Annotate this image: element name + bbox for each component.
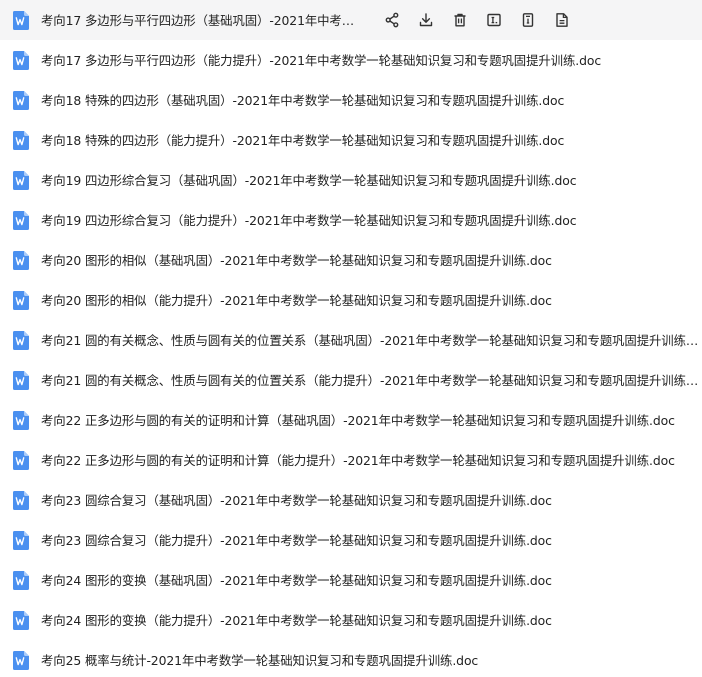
file-row[interactable]: 考向24 图形的变换（基础巩固）-2021年中考数学一轮基础知识复习和专题巩固提… (0, 560, 702, 600)
file-name: 考向22 正多边形与圆的有关的证明和计算（基础巩固）-2021年中考数学一轮基础… (41, 413, 675, 428)
file-name: 考向23 圆综合复习（基础巩固）-2021年中考数学一轮基础知识复习和专题巩固提… (41, 493, 552, 508)
word-doc-icon (13, 530, 29, 550)
file-row[interactable]: 考向23 圆综合复习（基础巩固）-2021年中考数学一轮基础知识复习和专题巩固提… (0, 480, 702, 520)
file-list: 考向17 多边形与平行四边形（基础巩固）-2021年中考数学一轮基础知识复习和专… (0, 0, 702, 677)
file-name: 考向17 多边形与平行四边形（能力提升）-2021年中考数学一轮基础知识复习和专… (41, 53, 602, 68)
download-button[interactable] (409, 6, 443, 34)
file-name: 考向20 图形的相似（能力提升）-2021年中考数学一轮基础知识复习和专题巩固提… (41, 293, 552, 308)
word-doc-icon (13, 250, 29, 270)
rename-button[interactable] (477, 6, 511, 34)
file-name: 考向19 四边形综合复习（能力提升）-2021年中考数学一轮基础知识复习和专题巩… (41, 213, 577, 228)
file-info-button[interactable] (511, 6, 545, 34)
file-name: 考向24 图形的变换（能力提升）-2021年中考数学一轮基础知识复习和专题巩固提… (41, 613, 552, 628)
file-row[interactable]: 考向22 正多边形与圆的有关的证明和计算（基础巩固）-2021年中考数学一轮基础… (0, 400, 702, 440)
file-name: 考向18 特殊的四边形（基础巩固）-2021年中考数学一轮基础知识复习和专题巩固… (41, 93, 565, 108)
word-doc-icon (13, 10, 29, 30)
file-row[interactable]: 考向18 特殊的四边形（能力提升）-2021年中考数学一轮基础知识复习和专题巩固… (0, 120, 702, 160)
word-doc-icon (13, 490, 29, 510)
file-name: 考向18 特殊的四边形（能力提升）-2021年中考数学一轮基础知识复习和专题巩固… (41, 133, 565, 148)
word-doc-icon (13, 450, 29, 470)
file-name: 考向23 圆综合复习（能力提升）-2021年中考数学一轮基础知识复习和专题巩固提… (41, 533, 552, 548)
file-name: 考向21 圆的有关概念、性质与圆有关的位置关系（能力提升）-2021年中考数学一… (41, 373, 702, 388)
file-name: 考向22 正多边形与圆的有关的证明和计算（能力提升）-2021年中考数学一轮基础… (41, 453, 675, 468)
word-doc-icon (13, 610, 29, 630)
file-row[interactable]: 考向20 图形的相似（能力提升）-2021年中考数学一轮基础知识复习和专题巩固提… (0, 280, 702, 320)
open-file-icon (556, 13, 568, 27)
share-button[interactable] (375, 6, 409, 34)
word-doc-icon (13, 370, 29, 390)
delete-icon (454, 13, 466, 27)
word-doc-icon (13, 170, 29, 190)
word-doc-icon (13, 650, 29, 670)
file-row[interactable]: 考向23 圆综合复习（能力提升）-2021年中考数学一轮基础知识复习和专题巩固提… (0, 520, 702, 560)
share-icon (385, 12, 399, 28)
file-row[interactable]: 考向18 特殊的四边形（基础巩固）-2021年中考数学一轮基础知识复习和专题巩固… (0, 80, 702, 120)
file-name: 考向19 四边形综合复习（基础巩固）-2021年中考数学一轮基础知识复习和专题巩… (41, 173, 577, 188)
open-file-button[interactable] (545, 6, 579, 34)
word-doc-icon (13, 570, 29, 590)
file-row[interactable]: 考向24 图形的变换（能力提升）-2021年中考数学一轮基础知识复习和专题巩固提… (0, 600, 702, 640)
file-row[interactable]: 考向21 圆的有关概念、性质与圆有关的位置关系（能力提升）-2021年中考数学一… (0, 360, 702, 400)
file-row[interactable]: 考向22 正多边形与圆的有关的证明和计算（能力提升）-2021年中考数学一轮基础… (0, 440, 702, 480)
file-name: 考向24 图形的变换（基础巩固）-2021年中考数学一轮基础知识复习和专题巩固提… (41, 573, 552, 588)
file-row[interactable]: 考向21 圆的有关概念、性质与圆有关的位置关系（基础巩固）-2021年中考数学一… (0, 320, 702, 360)
delete-button[interactable] (443, 6, 477, 34)
file-row[interactable]: 考向17 多边形与平行四边形（基础巩固）-2021年中考数学一轮基础知识复习和专… (0, 0, 702, 40)
file-name: 考向17 多边形与平行四边形（基础巩固）-2021年中考数学一轮基础知识复习和专… (41, 13, 359, 28)
file-name: 考向21 圆的有关概念、性质与圆有关的位置关系（基础巩固）-2021年中考数学一… (41, 333, 702, 348)
download-icon (419, 13, 433, 27)
word-doc-icon (13, 410, 29, 430)
word-doc-icon (13, 90, 29, 110)
file-actions (375, 6, 579, 34)
word-doc-icon (13, 330, 29, 350)
file-row[interactable]: 考向25 概率与统计-2021年中考数学一轮基础知识复习和专题巩固提升训练.do… (0, 640, 702, 677)
file-row[interactable]: 考向19 四边形综合复习（能力提升）-2021年中考数学一轮基础知识复习和专题巩… (0, 200, 702, 240)
word-doc-icon (13, 50, 29, 70)
file-row[interactable]: 考向17 多边形与平行四边形（能力提升）-2021年中考数学一轮基础知识复习和专… (0, 40, 702, 80)
file-info-icon (522, 13, 534, 27)
file-name: 考向20 图形的相似（基础巩固）-2021年中考数学一轮基础知识复习和专题巩固提… (41, 253, 552, 268)
file-row[interactable]: 考向20 图形的相似（基础巩固）-2021年中考数学一轮基础知识复习和专题巩固提… (0, 240, 702, 280)
word-doc-icon (13, 290, 29, 310)
word-doc-icon (13, 210, 29, 230)
file-row[interactable]: 考向19 四边形综合复习（基础巩固）-2021年中考数学一轮基础知识复习和专题巩… (0, 160, 702, 200)
file-name: 考向25 概率与统计-2021年中考数学一轮基础知识复习和专题巩固提升训练.do… (41, 653, 479, 668)
word-doc-icon (13, 130, 29, 150)
rename-icon (487, 13, 501, 27)
